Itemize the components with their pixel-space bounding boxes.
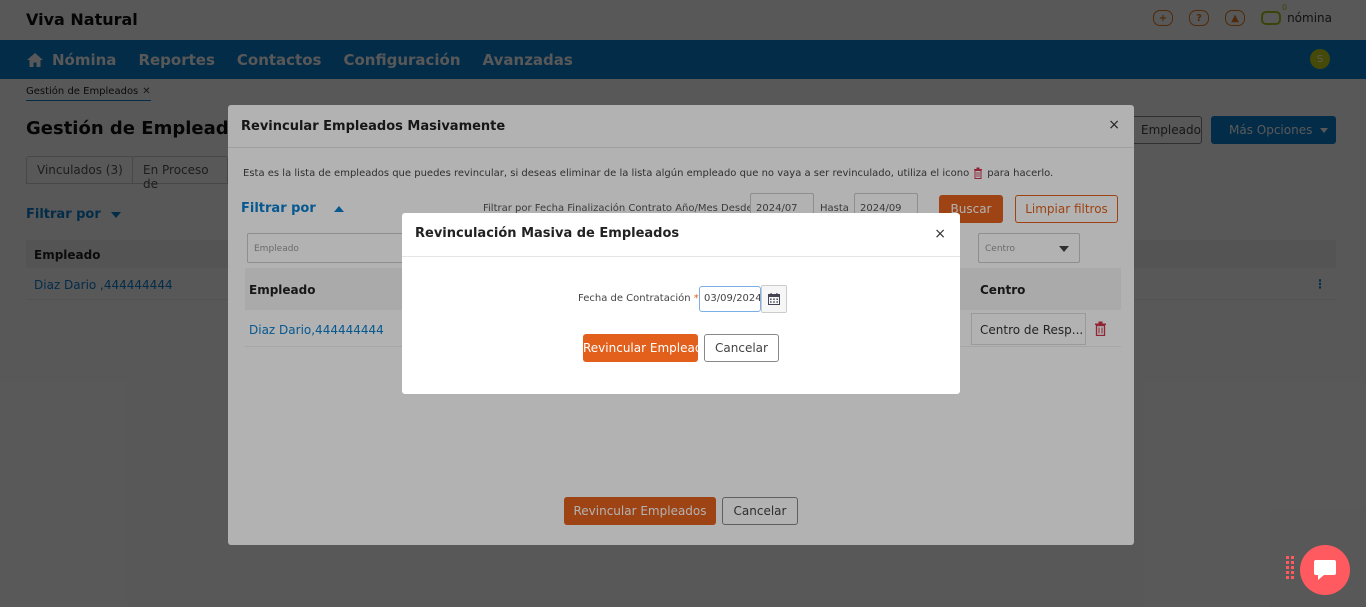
- chat-button[interactable]: [1300, 545, 1350, 595]
- calendar-glyph: [768, 293, 780, 305]
- hire-date-input[interactable]: 03/09/2024: [699, 286, 761, 312]
- required-mark: *: [693, 293, 699, 304]
- drag-handle-icon[interactable]: [1286, 556, 1294, 582]
- modal-header: Revinculación Masiva de Empleados ×: [402, 213, 960, 257]
- chat-bubble-icon: [1314, 560, 1336, 580]
- rehire-date-modal: Revinculación Masiva de Empleados × Fech…: [402, 213, 960, 394]
- rehire-employee-button[interactable]: Revincular Empleado: [583, 334, 698, 362]
- cancel-button[interactable]: Cancelar: [704, 334, 779, 362]
- close-icon[interactable]: ×: [934, 226, 946, 242]
- calendar-icon[interactable]: [761, 285, 787, 313]
- hire-date-label-text: Fecha de Contratación: [578, 293, 691, 304]
- modal-title: Revinculación Masiva de Empleados: [415, 226, 680, 241]
- hire-date-label: Fecha de Contratación *: [578, 293, 699, 304]
